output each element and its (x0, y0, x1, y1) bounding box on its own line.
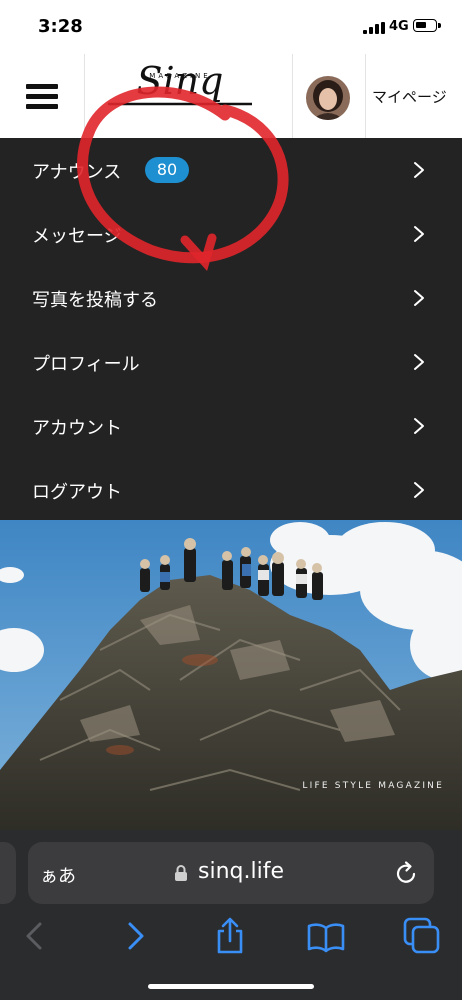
menu-item-post-photo[interactable]: 写真を投稿する (0, 266, 462, 330)
logo-text: Sinq (137, 59, 224, 103)
lock-icon (175, 865, 187, 881)
text-size-button[interactable]: ぁあ (40, 862, 76, 888)
chevron-right-icon (414, 290, 424, 306)
cellular-signal-icon (363, 22, 385, 34)
nav-menu: アナウンス 80 メッセージ 写真を投稿する プロフィール アカウント ログアウ… (0, 138, 462, 520)
reload-icon[interactable] (394, 860, 420, 886)
header-divider (292, 54, 293, 138)
menu-item-logout[interactable]: ログアウト (0, 458, 462, 522)
home-indicator (148, 984, 314, 989)
menu-item-label: アナウンス (32, 162, 122, 183)
hero-tagline: LIFE STYLE MAGAZINE (302, 781, 444, 791)
menu-item-label: アカウント (32, 418, 122, 439)
header-divider (365, 54, 366, 138)
hamburger-menu-icon[interactable] (26, 84, 58, 110)
menu-item-label: プロフィール (32, 354, 140, 375)
browser-toolbar: ぁあ sinq.life (0, 830, 462, 1000)
menu-item-announcements[interactable]: アナウンス 80 (0, 138, 462, 202)
forward-arrow-icon[interactable] (114, 916, 154, 956)
address-bar[interactable]: ぁあ sinq.life (28, 842, 434, 904)
menu-item-label: ログアウト (32, 482, 122, 503)
menu-item-label: 写真を投稿する (32, 290, 158, 311)
tabs-icon[interactable] (402, 916, 442, 956)
menu-item-account[interactable]: アカウント (0, 394, 462, 458)
menu-item-messages[interactable]: メッセージ (0, 202, 462, 266)
url-text: sinq.life (198, 859, 284, 884)
notification-badge: 80 (145, 157, 189, 183)
chevron-right-icon (414, 162, 424, 178)
battery-icon (413, 19, 441, 32)
chevron-right-icon (414, 418, 424, 434)
bookmarks-icon[interactable] (306, 916, 346, 956)
share-icon[interactable] (210, 916, 250, 956)
header-divider (84, 54, 85, 138)
status-time: 3:28 (38, 16, 83, 37)
user-avatar[interactable] (306, 76, 350, 120)
chevron-right-icon (414, 354, 424, 370)
chevron-right-icon (414, 482, 424, 498)
back-arrow-icon[interactable] (16, 916, 56, 956)
menu-item-label: メッセージ (32, 226, 122, 247)
chevron-right-icon (414, 226, 424, 242)
logo-subtitle: MAGAZINE (149, 72, 211, 80)
status-bar: 3:28 4G (0, 0, 462, 54)
hero-image: LIFE STYLE MAGAZINE (0, 520, 462, 830)
menu-item-profile[interactable]: プロフィール (0, 330, 462, 394)
sinq-logo[interactable]: Sinq (100, 58, 260, 132)
network-type: 4G (389, 19, 409, 34)
previous-tab-preview[interactable] (0, 842, 16, 904)
mypage-link[interactable]: マイページ (372, 86, 447, 107)
